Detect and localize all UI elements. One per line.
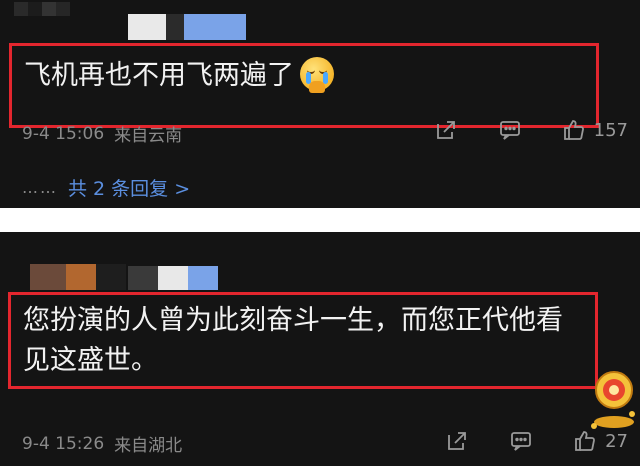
comment-icon[interactable] xyxy=(509,429,533,453)
comment-text: 飞机再也不用飞两遍了 xyxy=(24,60,294,91)
comment-card-1: 飞机再也不用飞两遍了 9-4 15:06 来自云南 157 …… 共 2 条回复… xyxy=(0,0,640,208)
replies-row[interactable]: …… 共 2 条回复 > xyxy=(22,174,190,201)
location: 来自云南 xyxy=(114,126,183,146)
like-icon[interactable] xyxy=(562,118,586,142)
comment-actions: 157 xyxy=(434,118,628,142)
comment-text: 您扮演的人曾为此刻奋斗一生，而您正代他看见这盛世。 xyxy=(23,305,563,376)
timestamp: 9-4 15:26 xyxy=(22,433,105,454)
avatar-mosaic xyxy=(128,266,218,290)
like-icon[interactable] xyxy=(573,429,597,453)
share-icon[interactable] xyxy=(445,429,469,453)
username-mosaic xyxy=(30,264,126,290)
like-count: 27 xyxy=(605,430,628,452)
comment-text-box: 您扮演的人曾为此刻奋斗一生，而您正代他看见这盛世。 xyxy=(8,292,598,389)
view-replies-link[interactable]: 共 2 条回复 > xyxy=(68,174,190,201)
comment-text-box: 飞机再也不用飞两遍了 xyxy=(9,43,599,128)
comment-meta: 9-4 15:06 来自云南 xyxy=(22,121,183,147)
gold-ingot-sticker-icon xyxy=(591,371,635,429)
username-mosaic xyxy=(14,2,70,16)
comment-card-2: 您扮演的人曾为此刻奋斗一生，而您正代他看见这盛世。 9-4 15:26 来自湖北… xyxy=(0,232,640,466)
share-icon[interactable] xyxy=(434,118,458,142)
replies-dots: …… xyxy=(22,178,58,197)
comment-actions: 27 xyxy=(445,429,628,453)
comment-icon[interactable] xyxy=(498,118,522,142)
like-count: 157 xyxy=(593,119,628,141)
timestamp: 9-4 15:06 xyxy=(22,123,105,144)
crying-face-emoji-icon xyxy=(300,56,334,93)
avatar-mosaic xyxy=(128,14,246,40)
location: 来自湖北 xyxy=(114,436,183,456)
comment-meta: 9-4 15:26 来自湖北 xyxy=(22,431,183,457)
